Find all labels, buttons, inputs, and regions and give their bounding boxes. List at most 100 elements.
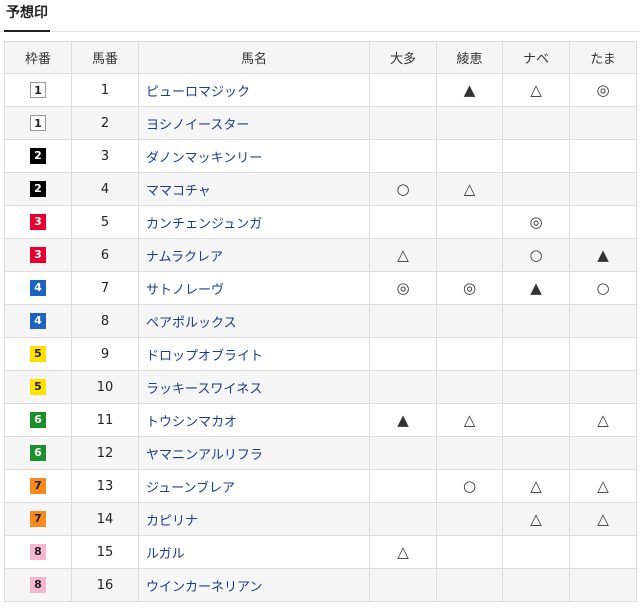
prediction-mark: △ bbox=[502, 73, 570, 107]
waku-badge: 6 bbox=[30, 412, 46, 428]
horse-name-link[interactable]: ヤマニンアルリフラ bbox=[138, 436, 370, 470]
prediction-mark bbox=[436, 304, 503, 338]
umaban-cell: 14 bbox=[71, 502, 139, 536]
umaban-cell: 15 bbox=[71, 535, 139, 569]
waku-cell: 5 bbox=[4, 337, 72, 371]
horse-name-link[interactable]: カンチェンジュンガ bbox=[138, 205, 370, 239]
prediction-mark bbox=[369, 106, 437, 140]
waku-badge: 4 bbox=[30, 313, 46, 329]
table-row: 8 16 ウインカーネリアン bbox=[4, 568, 637, 602]
umaban-cell: 12 bbox=[71, 436, 139, 470]
umaban-cell: 8 bbox=[71, 304, 139, 338]
prediction-mark bbox=[569, 106, 637, 140]
prediction-mark bbox=[436, 535, 503, 569]
prediction-table: 枠番 馬番 馬名 大多 綾恵 ナベ たま 1 1 ピューロマジック ▲ △ ◎ 1 2 ヨシノイ… bbox=[4, 41, 637, 602]
waku-cell: 3 bbox=[4, 205, 72, 239]
prediction-mark: ○ bbox=[369, 172, 437, 206]
horse-name-link[interactable]: ナムラクレア bbox=[138, 238, 370, 272]
waku-cell: 6 bbox=[4, 403, 72, 437]
table-row: 3 5 カンチェンジュンガ ◎ bbox=[4, 205, 637, 239]
prediction-mark bbox=[369, 469, 437, 503]
prediction-mark: △ bbox=[369, 238, 437, 272]
horse-name-link[interactable]: サトノレーヴ bbox=[138, 271, 370, 305]
header-horse-name: 馬名 bbox=[138, 41, 370, 74]
prediction-mark: △ bbox=[436, 172, 503, 206]
prediction-mark: ◎ bbox=[369, 271, 437, 305]
table-row: 5 9 ドロップオブライト bbox=[4, 337, 637, 371]
prediction-mark bbox=[436, 502, 503, 536]
waku-badge: 4 bbox=[30, 280, 46, 296]
umaban-cell: 2 bbox=[71, 106, 139, 140]
waku-cell: 5 bbox=[4, 370, 72, 404]
horse-name-link[interactable]: ダノンマッキンリー bbox=[138, 139, 370, 173]
table-row: 2 4 ママコチャ ○ △ bbox=[4, 172, 637, 206]
waku-cell: 6 bbox=[4, 436, 72, 470]
prediction-mark: ◎ bbox=[502, 205, 570, 239]
prediction-mark: ▲ bbox=[436, 73, 503, 107]
prediction-mark bbox=[436, 139, 503, 173]
horse-name-link[interactable]: ウインカーネリアン bbox=[138, 568, 370, 602]
prediction-mark bbox=[436, 436, 503, 470]
horse-name-link[interactable]: ルガル bbox=[138, 535, 370, 569]
table-row: 7 13 ジューンブレア ○ △ △ bbox=[4, 469, 637, 503]
prediction-mark bbox=[502, 568, 570, 602]
horse-name-link[interactable]: トウシンマカオ bbox=[138, 403, 370, 437]
prediction-mark bbox=[569, 139, 637, 173]
prediction-mark bbox=[369, 139, 437, 173]
prediction-mark bbox=[502, 106, 570, 140]
waku-cell: 8 bbox=[4, 535, 72, 569]
prediction-mark: △ bbox=[369, 535, 437, 569]
prediction-mark bbox=[369, 205, 437, 239]
waku-badge: 2 bbox=[30, 148, 46, 164]
prediction-mark bbox=[502, 370, 570, 404]
waku-badge: 6 bbox=[30, 445, 46, 461]
horse-name-link[interactable]: ドロップオブライト bbox=[138, 337, 370, 371]
prediction-mark bbox=[436, 205, 503, 239]
horse-name-link[interactable]: ピューロマジック bbox=[138, 73, 370, 107]
horse-name-link[interactable]: ラッキースワイネス bbox=[138, 370, 370, 404]
table-row: 8 15 ルガル △ bbox=[4, 535, 637, 569]
prediction-mark: ◎ bbox=[569, 73, 637, 107]
waku-cell: 1 bbox=[4, 106, 72, 140]
waku-cell: 4 bbox=[4, 304, 72, 338]
prediction-mark bbox=[436, 238, 503, 272]
horse-name-link[interactable]: ヨシノイースター bbox=[138, 106, 370, 140]
waku-badge: 3 bbox=[30, 247, 46, 263]
horse-name-link[interactable]: ジューンブレア bbox=[138, 469, 370, 503]
prediction-mark bbox=[502, 139, 570, 173]
prediction-mark: △ bbox=[502, 469, 570, 503]
prediction-mark: △ bbox=[569, 502, 637, 536]
prediction-mark bbox=[502, 436, 570, 470]
waku-cell: 7 bbox=[4, 502, 72, 536]
horse-name-link[interactable]: カピリナ bbox=[138, 502, 370, 536]
prediction-mark bbox=[569, 568, 637, 602]
waku-cell: 3 bbox=[4, 238, 72, 272]
prediction-mark bbox=[369, 337, 437, 371]
header-row: 枠番 馬番 馬名 大多 綾恵 ナベ たま bbox=[4, 41, 637, 74]
waku-badge: 1 bbox=[30, 82, 46, 98]
prediction-mark: △ bbox=[569, 403, 637, 437]
waku-badge: 3 bbox=[30, 214, 46, 230]
prediction-mark bbox=[569, 370, 637, 404]
umaban-cell: 13 bbox=[71, 469, 139, 503]
waku-badge: 8 bbox=[30, 577, 46, 593]
table-row: 5 10 ラッキースワイネス bbox=[4, 370, 637, 404]
prediction-mark bbox=[502, 337, 570, 371]
prediction-mark: ▲ bbox=[502, 271, 570, 305]
page-title: 予想印 bbox=[4, 2, 50, 32]
umaban-cell: 1 bbox=[71, 73, 139, 107]
prediction-mark bbox=[369, 436, 437, 470]
prediction-mark bbox=[569, 172, 637, 206]
waku-badge: 2 bbox=[30, 181, 46, 197]
prediction-mark: ▲ bbox=[569, 238, 637, 272]
prediction-mark bbox=[436, 370, 503, 404]
horse-name-link[interactable]: ペアポルックス bbox=[138, 304, 370, 338]
header-predictor-2: 綾恵 bbox=[436, 41, 503, 74]
prediction-mark bbox=[569, 535, 637, 569]
umaban-cell: 4 bbox=[71, 172, 139, 206]
prediction-mark bbox=[369, 502, 437, 536]
umaban-cell: 11 bbox=[71, 403, 139, 437]
tab-bar: 予想印 bbox=[0, 0, 640, 32]
horse-name-link[interactable]: ママコチャ bbox=[138, 172, 370, 206]
table-row: 6 12 ヤマニンアルリフラ bbox=[4, 436, 637, 470]
